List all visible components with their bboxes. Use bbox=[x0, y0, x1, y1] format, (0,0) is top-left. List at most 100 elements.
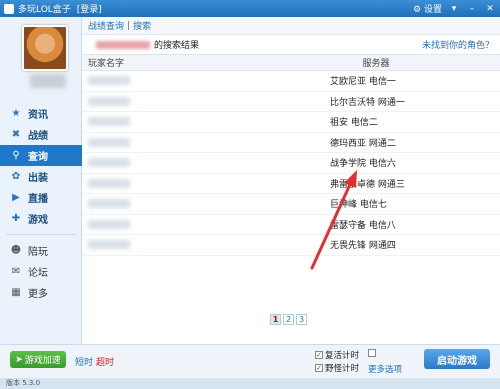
results-suffix: 的搜索结果 bbox=[154, 41, 200, 51]
start-game-button[interactable]: 启动游戏 bbox=[424, 349, 490, 369]
sidebar-item-build[interactable]: ✿ 出装 bbox=[0, 166, 82, 187]
server-cell: 巨神峰 电信七 bbox=[330, 200, 387, 211]
sidebar: ★ 资讯 ✖ 战绩 ⚲ 查询 ✿ 出装 ▶ 直播 ✚ 游戏 ☻ 陪玩 ✉ 论坛 … bbox=[0, 17, 82, 344]
checkbox-unchecked-icon bbox=[368, 349, 376, 357]
title-bar: 多玩LOL盒子 [登录] ⚙ 设置 ▾ – ✕ bbox=[0, 0, 500, 17]
option-checkbox[interactable] bbox=[368, 349, 378, 357]
search-icon: ⚲ bbox=[12, 150, 20, 161]
sidebar-divider bbox=[6, 234, 76, 235]
search-query-redacted bbox=[96, 40, 150, 49]
accelerator-icon: ➤ bbox=[15, 354, 23, 365]
overtime-link[interactable]: 超时 bbox=[96, 355, 114, 368]
breadcrumb-separator: | bbox=[127, 20, 131, 31]
sidebar-item-label: 陪玩 bbox=[28, 247, 48, 258]
server-cell: 德玛西亚 网通二 bbox=[330, 138, 396, 149]
results-header: 的搜索结果 未找到你的角色？ bbox=[82, 35, 500, 55]
login-link[interactable]: [登录] bbox=[77, 2, 102, 15]
close-icon[interactable]: ✕ bbox=[484, 4, 496, 14]
sidebar-nav: ★ 资讯 ✖ 战绩 ⚲ 查询 ✿ 出装 ▶ 直播 ✚ 游戏 ☻ 陪玩 ✉ 论坛 … bbox=[0, 103, 82, 303]
minimize-icon[interactable]: – bbox=[466, 4, 478, 14]
server-cell: 比尔吉沃特 网通一 bbox=[330, 97, 405, 108]
sidebar-item-more[interactable]: ▦ 更多 bbox=[0, 282, 82, 303]
page-button-2[interactable]: 2 bbox=[283, 314, 294, 325]
status-bar: 版本 5.3.0 bbox=[0, 378, 500, 389]
page-button-1[interactable]: 1 bbox=[270, 314, 281, 325]
window-title: 多玩LOL盒子 bbox=[18, 5, 71, 15]
version-label: 版本 5.3.0 bbox=[6, 379, 41, 387]
server-cell: 无畏先锋 网通四 bbox=[330, 241, 396, 252]
sidebar-item-companion[interactable]: ☻ 陪玩 bbox=[0, 240, 82, 261]
player-name-redacted bbox=[88, 199, 130, 209]
sidebar-item-search[interactable]: ⚲ 查询 bbox=[0, 145, 82, 166]
player-name-redacted bbox=[88, 96, 130, 106]
gamepad-icon: ✚ bbox=[11, 213, 21, 224]
table-row[interactable]: 巨神峰 电信七 bbox=[82, 194, 500, 215]
table-row[interactable]: 弗雷尔卓德 网通三 bbox=[82, 174, 500, 194]
short-timer-link[interactable]: 短时 bbox=[75, 355, 93, 368]
sidebar-item-news[interactable]: ★ 资讯 bbox=[0, 103, 82, 124]
table-row[interactable]: 比尔吉沃特 网通一 bbox=[82, 92, 500, 112]
username-redacted bbox=[30, 74, 66, 88]
sidebar-item-label: 资讯 bbox=[28, 110, 48, 121]
gear-icon: ✿ bbox=[11, 171, 21, 182]
avatar[interactable] bbox=[22, 25, 68, 71]
table-row[interactable]: 德玛西亚 网通二 bbox=[82, 133, 500, 153]
more-options-link[interactable]: 更多选项 bbox=[368, 363, 402, 375]
page-button-3[interactable]: 3 bbox=[296, 314, 307, 325]
game-accelerator-button[interactable]: ➤ 游戏加速 bbox=[10, 351, 66, 368]
server-cell: 艾欧尼亚 电信一 bbox=[330, 77, 396, 88]
server-cell: 战争学院 电信六 bbox=[330, 159, 396, 170]
people-icon: ☻ bbox=[10, 245, 22, 256]
settings-label: 设置 bbox=[423, 5, 442, 15]
checkbox-checked-icon: ✓ bbox=[315, 364, 323, 372]
game-accelerator-label: 游戏加速 bbox=[24, 356, 61, 366]
sidebar-item-label: 论坛 bbox=[28, 268, 48, 279]
column-header-player: 玩家名字 bbox=[88, 59, 125, 69]
table-row[interactable]: 艾欧尼亚 电信一 bbox=[82, 71, 500, 92]
column-header-server: 服务器 bbox=[362, 59, 390, 69]
sidebar-item-label: 战绩 bbox=[28, 131, 48, 142]
sidebar-item-label: 游戏 bbox=[28, 215, 48, 226]
breadcrumb: 战绩查询 | 搜索 bbox=[82, 17, 500, 35]
jungle-timer-checkbox[interactable]: ✓ 野怪计时 bbox=[315, 362, 359, 374]
checkbox-checked-icon: ✓ bbox=[315, 351, 323, 359]
chat-icon: ✉ bbox=[11, 266, 21, 277]
table-row[interactable]: 雷瑟守备 电信八 bbox=[82, 215, 500, 235]
app-logo-icon bbox=[4, 3, 14, 14]
results-table: 艾欧尼亚 电信一 比尔吉沃特 网通一 祖安 电信二 德玛西亚 网通二 战争学院 … bbox=[82, 71, 500, 256]
player-name-redacted bbox=[88, 117, 130, 127]
player-name-redacted bbox=[88, 158, 130, 168]
player-name-redacted bbox=[88, 178, 130, 188]
star-icon: ★ bbox=[11, 108, 21, 119]
breadcrumb-parent[interactable]: 战绩查询 bbox=[88, 19, 124, 32]
main-panel: 战绩查询 | 搜索 的搜索结果 未找到你的角色？ 玩家名字 服务器 艾欧尼亚 电… bbox=[82, 17, 500, 344]
sidebar-item-label: 出装 bbox=[28, 173, 48, 184]
server-cell: 祖安 电信二 bbox=[330, 118, 378, 129]
play-icon: ▶ bbox=[12, 192, 20, 203]
revive-timer-label: 复活计时 bbox=[325, 351, 360, 361]
breadcrumb-current: 搜索 bbox=[133, 22, 152, 32]
sidebar-item-label: 更多 bbox=[28, 289, 48, 300]
revive-timer-checkbox[interactable]: ✓ 复活计时 bbox=[315, 349, 359, 361]
sidebar-item-games[interactable]: ✚ 游戏 bbox=[0, 208, 82, 229]
sidebar-item-label: 查询 bbox=[28, 152, 48, 163]
grid-icon: ▦ bbox=[11, 287, 21, 298]
server-cell: 雷瑟守备 电信八 bbox=[330, 220, 396, 231]
missing-role-link[interactable]: 未找到你的角色？ bbox=[422, 38, 494, 51]
table-header: 玩家名字 服务器 bbox=[82, 55, 500, 71]
pagination: 1 2 3 bbox=[270, 314, 307, 325]
sidebar-item-record[interactable]: ✖ 战绩 bbox=[0, 124, 82, 145]
table-row[interactable]: 无畏先锋 网通四 bbox=[82, 235, 500, 256]
settings-button[interactable]: ⚙ 设置 bbox=[413, 2, 442, 15]
player-name-redacted bbox=[88, 240, 130, 250]
server-cell: 弗雷尔卓德 网通三 bbox=[330, 179, 405, 190]
player-name-redacted bbox=[88, 219, 130, 229]
menu-icon[interactable]: ▾ bbox=[448, 4, 460, 14]
jungle-timer-label: 野怪计时 bbox=[325, 364, 360, 374]
player-name-redacted bbox=[88, 137, 130, 147]
table-row[interactable]: 战争学院 电信六 bbox=[82, 153, 500, 174]
table-row[interactable]: 祖安 电信二 bbox=[82, 112, 500, 133]
player-name-redacted bbox=[88, 76, 130, 86]
sidebar-item-forum[interactable]: ✉ 论坛 bbox=[0, 261, 82, 282]
sidebar-item-live[interactable]: ▶ 直播 bbox=[0, 187, 82, 208]
